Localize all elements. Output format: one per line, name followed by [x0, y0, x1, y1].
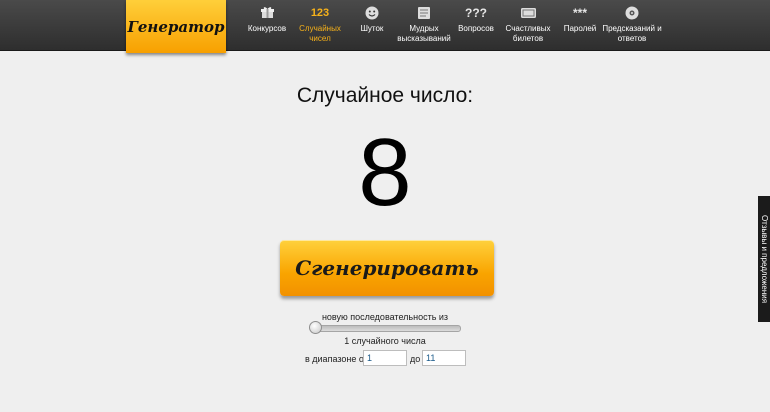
smiley-icon — [342, 6, 402, 21]
nav-label: Случайных чисел — [299, 24, 341, 43]
nav-item-predictions[interactable]: Предсказаний и ответов — [602, 6, 662, 44]
nav-item-jokes[interactable]: Шуток — [342, 6, 402, 34]
feedback-side-tab-label: Отзывы и предложения — [760, 214, 769, 304]
numbers-icon: 123 — [310, 7, 330, 19]
nav-label: Счастливых билетов — [505, 24, 551, 43]
gift-icon — [237, 6, 297, 21]
nav-item-random-numbers[interactable]: 123 Случайных чисел — [290, 6, 350, 44]
random-number-result: 8 — [358, 119, 412, 226]
range-from-input[interactable] — [363, 350, 407, 366]
count-slider-track[interactable] — [310, 325, 461, 332]
scroll-icon — [394, 6, 454, 21]
count-slider-handle[interactable] — [309, 321, 322, 334]
ticket-icon — [498, 6, 558, 21]
nav-label: Вопросов — [458, 24, 494, 33]
top-navigation-bar: Генератор Конкурсов 123 Случайных чисел … — [0, 0, 770, 53]
range-to-input[interactable] — [422, 350, 466, 366]
nav-label: Предсказаний и ответов — [602, 24, 662, 43]
nav-label: Мудрых высказываний — [397, 24, 451, 43]
ball-icon — [602, 6, 662, 21]
nav-item-passwords[interactable]: *** Паролей — [550, 6, 610, 34]
nav-item-lucky-tickets[interactable]: Счастливых билетов — [498, 6, 558, 44]
nav-item-wise-sayings[interactable]: Мудрых высказываний — [394, 6, 454, 44]
sequence-label: новую последовательность из — [321, 312, 449, 322]
nav-label: Конкурсов — [247, 24, 287, 33]
asterisks-icon: *** — [572, 6, 587, 20]
nav-item-contests[interactable]: Конкурсов — [237, 6, 297, 34]
range-to-label: до — [410, 354, 421, 364]
nav-item-questions[interactable]: ??? Вопросов — [446, 6, 506, 34]
range-from-label: в диапазоне от — [305, 354, 368, 364]
nav-label: Паролей — [563, 24, 597, 33]
feedback-side-tab[interactable]: Отзывы и предложения — [758, 196, 770, 322]
nav-label: Шуток — [360, 24, 384, 33]
question-marks-icon: ??? — [465, 6, 487, 20]
count-label: 1 случайного числа — [344, 336, 426, 346]
generate-button[interactable]: Сгенерировать — [280, 240, 494, 296]
result-heading: Случайное число: — [296, 84, 474, 107]
logo[interactable]: Генератор — [126, 0, 226, 53]
